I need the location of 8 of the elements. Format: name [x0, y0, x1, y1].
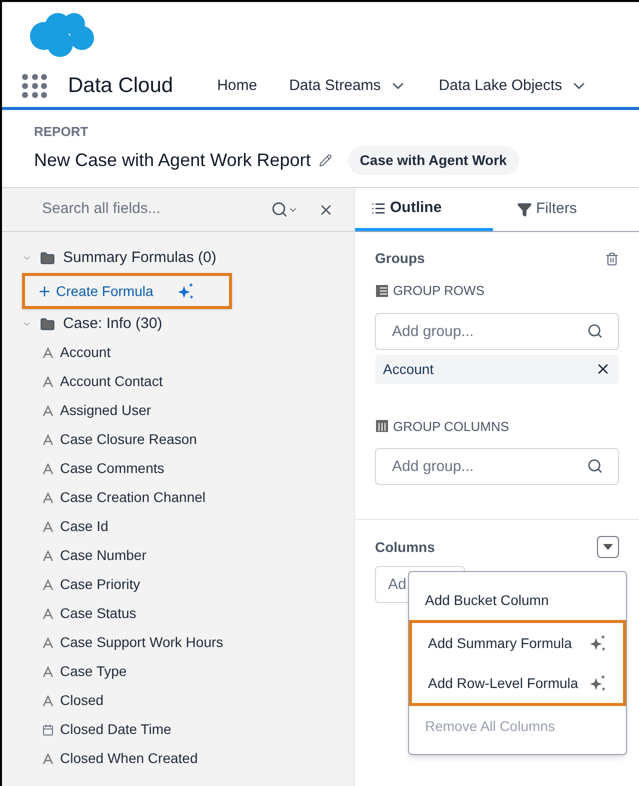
app-name: Data Cloud	[68, 73, 174, 99]
report-label: REPORT	[34, 123, 90, 141]
group-columns-label: GROUP COLUMNS	[393, 418, 510, 436]
report-title: New Case with Agent Work Report	[34, 148, 311, 172]
section-title: Groups	[375, 249, 425, 268]
section-title: Columns	[375, 538, 435, 556]
report-type-badge: Case with Agent Work	[348, 146, 519, 174]
group-rows-label: GROUP ROWS	[393, 282, 484, 300]
